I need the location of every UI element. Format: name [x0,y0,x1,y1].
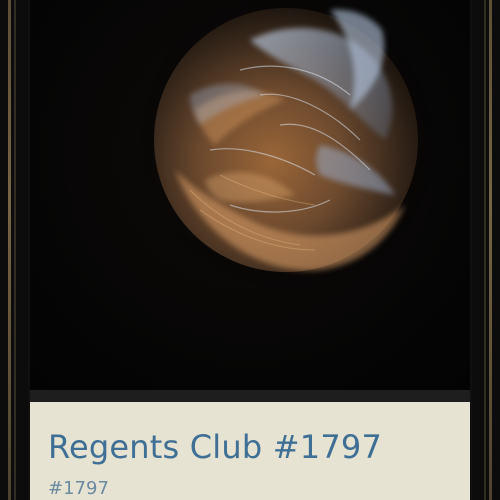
frame-rail-right [472,0,500,500]
frame-rail-left [0,0,28,500]
nft-title: Regents Club #1797 [48,428,383,466]
nft-frame: Regents Club #1797 #1797 [0,0,500,500]
rail-inner-line [14,0,16,500]
glowing-orb-image [128,0,448,300]
nft-caption: Regents Club #1797 #1797 [30,390,470,500]
nft-token-id: #1797 [48,478,109,499]
gold-rail-line [8,0,11,500]
nft-card[interactable]: Regents Club #1797 #1797 [30,0,470,500]
gold-rail-line [489,0,492,500]
rail-inner-line [484,0,486,500]
nft-artwork [30,0,470,390]
